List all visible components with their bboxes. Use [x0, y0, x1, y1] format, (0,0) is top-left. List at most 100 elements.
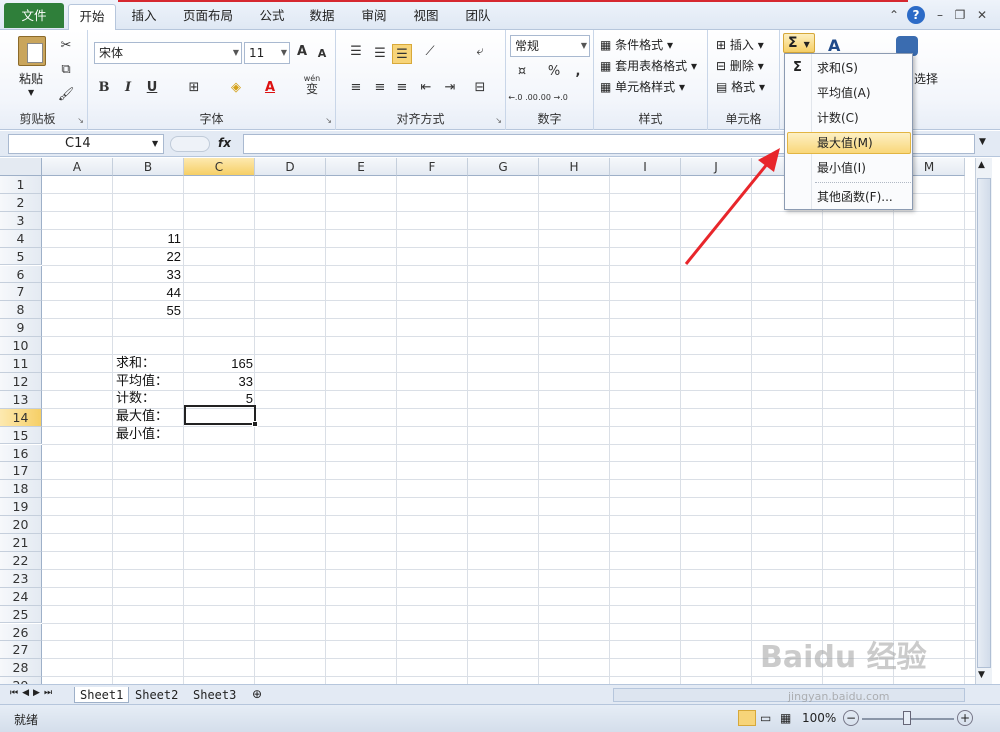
row-header-12[interactable]: 12: [0, 372, 42, 391]
format-cells-button[interactable]: ▤ 格式 ▾: [716, 78, 765, 95]
delete-cells-button[interactable]: ⊟ 删除 ▾: [716, 57, 764, 74]
cell-b14[interactable]: 最大值：: [116, 408, 168, 426]
number-format-select[interactable]: 常规 ▼: [510, 35, 590, 57]
menu-item-min[interactable]: 最小值(I): [817, 158, 866, 178]
tab-view[interactable]: 视图: [406, 4, 446, 30]
active-cell-c14[interactable]: [184, 405, 256, 425]
cell-c12[interactable]: 33: [186, 373, 253, 391]
align-bottom-icon[interactable]: ☰: [392, 44, 412, 64]
zoom-in-button[interactable]: +: [957, 710, 973, 726]
sheet-tab-1[interactable]: Sheet1: [74, 687, 130, 703]
sheet-tab-3[interactable]: Sheet3: [188, 687, 241, 703]
column-header-e[interactable]: E: [326, 158, 397, 176]
normal-view-icon[interactable]: [738, 710, 756, 726]
row-header-13[interactable]: 13: [0, 390, 42, 409]
paste-label[interactable]: 粘贴: [19, 70, 43, 87]
tab-review[interactable]: 审阅: [354, 4, 394, 30]
autosum-button[interactable]: Σ ▼: [783, 33, 815, 53]
row-header-26[interactable]: 26: [0, 623, 42, 642]
tab-home[interactable]: 开始: [68, 4, 116, 30]
menu-item-count[interactable]: 计数(C): [817, 108, 859, 128]
italic-button[interactable]: I: [118, 78, 138, 98]
orientation-icon[interactable]: ⟋: [420, 42, 440, 62]
tab-data[interactable]: 数据: [302, 4, 342, 30]
alignment-launcher-icon[interactable]: ↘: [495, 116, 502, 125]
font-launcher-icon[interactable]: ↘: [325, 116, 332, 125]
accounting-format-icon[interactable]: ¤: [512, 62, 532, 82]
align-middle-icon[interactable]: ☰: [370, 44, 390, 64]
zoom-out-button[interactable]: −: [843, 710, 859, 726]
tab-formulas[interactable]: 公式: [252, 4, 292, 30]
chevron-down-icon[interactable]: ▼: [152, 139, 158, 148]
clipboard-launcher-icon[interactable]: ↘: [77, 116, 84, 125]
cell-b6[interactable]: 33: [113, 266, 181, 284]
page-break-view-icon[interactable]: ▦: [780, 711, 791, 725]
row-header-7[interactable]: 7: [0, 283, 42, 302]
paste-dropdown-icon[interactable]: ▼: [28, 88, 34, 97]
page-layout-view-icon[interactable]: ▭: [760, 711, 771, 725]
cell-b12[interactable]: 平均值：: [116, 373, 168, 391]
row-header-21[interactable]: 21: [0, 534, 42, 552]
formula-bar-splitter[interactable]: [170, 136, 210, 152]
row-header-22[interactable]: 22: [0, 551, 42, 570]
paste-icon[interactable]: [18, 36, 46, 66]
menu-item-max[interactable]: 最大值(M): [817, 133, 873, 153]
restore-icon[interactable]: ❐: [952, 7, 968, 23]
fill-color-icon[interactable]: ◈: [226, 78, 246, 98]
copy-icon[interactable]: ⧉: [56, 60, 76, 80]
font-name-select[interactable]: 宋体 ▼: [94, 42, 242, 64]
help-icon[interactable]: ?: [907, 6, 925, 24]
wrap-text-icon[interactable]: ⤶: [470, 42, 490, 62]
column-header-f[interactable]: F: [397, 158, 468, 176]
row-header-27[interactable]: 27: [0, 641, 42, 660]
close-icon[interactable]: ✕: [974, 7, 990, 23]
row-header-2[interactable]: 2: [0, 193, 42, 212]
row-header-5[interactable]: 5: [0, 247, 42, 266]
format-as-table-button[interactable]: ▦ 套用表格格式 ▾: [600, 57, 697, 74]
cell-styles-button[interactable]: ▦ 单元格样式 ▾: [600, 78, 685, 95]
row-header-1[interactable]: 1: [0, 176, 42, 194]
align-top-icon[interactable]: ☰: [346, 42, 366, 62]
insert-sheet-icon[interactable]: ⊕: [252, 687, 262, 701]
bold-button[interactable]: B: [94, 78, 114, 98]
column-header-g[interactable]: G: [468, 158, 539, 176]
insert-cells-button[interactable]: ⊞ 插入 ▾: [716, 36, 764, 53]
vertical-scroll-thumb[interactable]: [977, 178, 991, 668]
percent-button[interactable]: %: [544, 62, 564, 82]
format-painter-icon[interactable]: 🖌: [56, 85, 76, 105]
insert-function-icon[interactable]: fx: [218, 136, 231, 150]
row-header-24[interactable]: 24: [0, 587, 42, 606]
row-header-6[interactable]: 6: [0, 265, 42, 284]
row-header-9[interactable]: 9: [0, 319, 42, 338]
row-header-20[interactable]: 20: [0, 516, 42, 534]
cut-icon[interactable]: ✂: [56, 36, 76, 56]
row-header-17[interactable]: 17: [0, 462, 42, 481]
expand-formula-icon[interactable]: ▼: [979, 137, 986, 147]
comma-button[interactable]: ,: [568, 62, 588, 82]
fill-handle[interactable]: [252, 421, 258, 427]
align-center-icon[interactable]: ≡: [370, 78, 390, 98]
column-header-c[interactable]: C: [184, 158, 255, 176]
worksheet-grid[interactable]: ABCDEFGHIJKLM 12345678910111213141516171…: [0, 158, 975, 684]
tab-page-layout[interactable]: 页面布局: [176, 4, 240, 30]
minimize-icon[interactable]: –: [932, 7, 948, 23]
row-header-11[interactable]: 11: [0, 355, 42, 373]
menu-item-sum[interactable]: 求和(S): [817, 58, 858, 78]
ribbon-collapse-icon[interactable]: ⌃: [886, 7, 902, 23]
menu-item-average[interactable]: 平均值(A): [817, 83, 871, 103]
cell-b4[interactable]: 11: [113, 230, 182, 248]
borders-icon[interactable]: ⊞: [184, 78, 204, 98]
zoom-slider-thumb[interactable]: [903, 711, 911, 725]
column-header-i[interactable]: I: [610, 158, 681, 176]
cell-b5[interactable]: 22: [113, 248, 181, 266]
underline-button[interactable]: U: [142, 78, 162, 98]
vertical-scrollbar[interactable]: ▲ ▼: [975, 158, 992, 684]
row-header-28[interactable]: 28: [0, 659, 42, 678]
tab-file[interactable]: 文件: [4, 3, 64, 28]
scroll-up-icon[interactable]: ▲: [978, 160, 985, 170]
merge-center-icon[interactable]: ⊟: [470, 78, 490, 98]
row-header-16[interactable]: 16: [0, 444, 42, 463]
column-header-h[interactable]: H: [539, 158, 610, 176]
increase-indent-icon[interactable]: ⇥: [440, 78, 460, 98]
tab-insert[interactable]: 插入: [124, 4, 164, 30]
